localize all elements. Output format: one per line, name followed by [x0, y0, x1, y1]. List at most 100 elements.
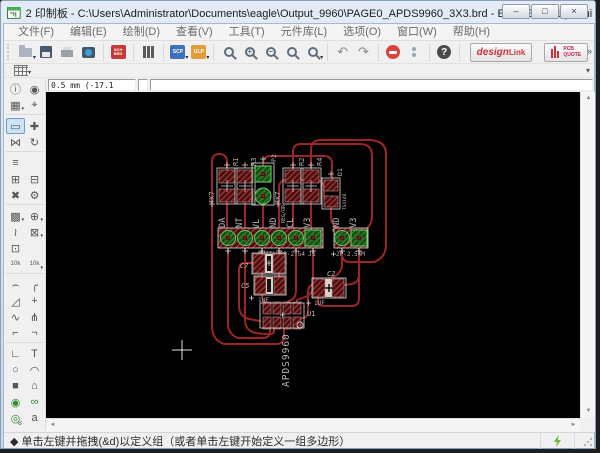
menu-2[interactable]: 绘制(D)	[115, 24, 168, 40]
save-icon	[40, 46, 53, 58]
print-button[interactable]	[58, 42, 77, 62]
tool-via[interactable]: ◉	[6, 394, 25, 410]
close-button[interactable]: ×	[560, 4, 588, 19]
script-button[interactable]: SCP ▾	[168, 42, 188, 62]
component-j4: 2P-2.54M	[333, 227, 369, 258]
zoom-redraw-button[interactable]: ▾	[303, 42, 323, 62]
tool-polygon[interactable]: ⌂	[25, 378, 44, 394]
tool-arc[interactable]: ◠	[25, 362, 44, 378]
tool-replace[interactable]: 10k	[6, 256, 25, 272]
gridbar-overflow[interactable]: ▾	[586, 66, 590, 75]
menu-4[interactable]: 工具(T)	[221, 24, 273, 40]
tool-smash[interactable]: a	[25, 410, 44, 426]
tool-move[interactable]: ✚	[25, 118, 44, 134]
corner-icon: ╭	[31, 279, 38, 292]
tool-change[interactable]: ⚙	[25, 187, 44, 203]
tool-delete[interactable]: ✖	[6, 187, 25, 203]
menu-7[interactable]: 窗口(W)	[389, 24, 445, 40]
design-link-button[interactable]: designLink	[469, 42, 533, 62]
tool-lock[interactable]: ⊠ ▾	[25, 224, 44, 240]
scroll-right-arrow[interactable]: ►	[567, 419, 580, 432]
traffic-light-button[interactable]	[405, 42, 424, 62]
tool-corner[interactable]: ╭	[25, 277, 44, 293]
tool-rect[interactable]: ■	[6, 378, 25, 394]
tool-route[interactable]: ⊕ ▾	[25, 208, 44, 224]
tool-value[interactable]	[25, 155, 44, 171]
tool-miter[interactable]: ◿	[6, 293, 25, 309]
tool-route-curve[interactable]: ⌢	[6, 277, 25, 293]
tool-signal[interactable]: ∞	[25, 394, 44, 410]
open-button[interactable]: ▾	[16, 42, 36, 62]
tool-display[interactable]: ▦ ▾	[6, 97, 25, 113]
cursor-crosshair	[172, 340, 192, 360]
svg-text:R2: R2	[298, 158, 306, 166]
redo-button[interactable]: ↷	[354, 42, 373, 62]
tool-replace-alt[interactable]: 10k ▾	[25, 256, 44, 272]
zoom-out-button[interactable]: −	[261, 42, 280, 62]
tool-paste[interactable]: ⊟	[25, 171, 44, 187]
scroll-up-arrow[interactable]: ▲	[581, 92, 596, 105]
vertical-scrollbar[interactable]: ▲ ▼	[580, 92, 595, 418]
tool-optimize[interactable]: +	[25, 293, 44, 309]
zoom-in-icon: +	[244, 47, 255, 57]
stop-button[interactable]	[384, 42, 403, 62]
svg-text:D1: D1	[336, 168, 344, 176]
zoom-select-button[interactable]	[282, 42, 301, 62]
tool-mirror[interactable]: ⋈	[6, 134, 25, 150]
toolbar-overflow[interactable]: »	[587, 46, 592, 56]
svg-text:P2: P2	[270, 154, 278, 162]
tool-split[interactable]: ⋔	[25, 309, 44, 325]
library-button[interactable]	[139, 42, 158, 62]
pcb-quote-button[interactable]: PCB QUOTE	[544, 42, 589, 62]
tool-ratsnest[interactable]: ▩ ▾	[6, 208, 25, 224]
tool-ripup[interactable]: ∿	[6, 309, 25, 325]
menu-5[interactable]: 元件库(L)	[273, 24, 335, 40]
zoom-fit-button[interactable]	[219, 42, 238, 62]
tool-spacer[interactable]	[25, 240, 44, 256]
command-input[interactable]	[150, 79, 593, 91]
tool-lock-alt[interactable]: ⊡	[6, 240, 25, 256]
tool-wire[interactable]: ∟	[6, 346, 25, 362]
minimize-button[interactable]: –	[502, 4, 530, 19]
tool-show[interactable]: ◉	[25, 81, 44, 97]
menu-0[interactable]: 文件(F)	[10, 24, 62, 40]
svg-text:R1: R1	[232, 158, 240, 166]
zoom-select-icon	[286, 47, 297, 57]
ulp-button[interactable]: ULP ▾	[189, 42, 209, 62]
menu-8[interactable]: 帮助(H)	[445, 24, 498, 40]
cam-icon	[81, 46, 95, 58]
undo-button[interactable]: ↶	[333, 42, 352, 62]
palette-expand[interactable]: »	[16, 420, 26, 425]
save-button[interactable]	[37, 42, 56, 62]
schematic-board-switch[interactable]: SCH BRD	[109, 42, 128, 62]
help-button[interactable]: ?	[435, 42, 454, 62]
maximize-button[interactable]: □	[531, 4, 559, 19]
tool-bend-left[interactable]: ⌐	[6, 325, 25, 341]
grid-icon[interactable]	[14, 65, 28, 76]
horizontal-scrollbar[interactable]: ◄ ►	[46, 418, 580, 432]
pcb-canvas[interactable]: R1 4K7 R3 P2 R2 4K7 R4 D1 TS4148 SDA INT…	[46, 92, 580, 418]
tool-circle[interactable]: ○	[6, 362, 25, 378]
tool-text[interactable]: T	[25, 346, 44, 362]
title-bar[interactable]: 2 印制板 - C:\Users\Administrator\Documents…	[3, 3, 593, 23]
zoom-in-button[interactable]: +	[240, 42, 259, 62]
menu-1[interactable]: 编辑(E)	[62, 24, 115, 40]
scroll-down-arrow[interactable]: ▼	[581, 405, 596, 418]
tool-bend-right[interactable]: ¬	[25, 325, 44, 341]
tool-mark[interactable]: ⌖	[25, 97, 44, 113]
tool-group[interactable]: ▭	[6, 118, 25, 134]
tool-meander[interactable]: ≀	[6, 224, 25, 240]
menu-3[interactable]: 查看(V)	[168, 24, 221, 40]
scroll-left-arrow[interactable]: ◄	[46, 419, 59, 432]
tool-palette: ⓘ ◉ ▦ ▾ ⌖ ▭ ✚ ⋈ ↻ ≡ ⊞ ⊟ ✖ ⚙ ▩ ▾ ⊕ ▾ ≀ ⊠ ▾ ⊡ 10k 10k ▾ ⌢ ╭ ◿ + ∿ ⋔ ⌐ ¬ ∟ T ○…	[4, 78, 46, 440]
tool-info[interactable]: ⓘ	[6, 81, 25, 97]
tool-rotate[interactable]: ↻	[25, 134, 44, 150]
printer-icon	[61, 47, 74, 57]
svg-text:TS4148: TS4148	[342, 193, 348, 210]
tool-copy[interactable]: ⊞	[6, 171, 25, 187]
resize-grip[interactable]	[583, 437, 593, 447]
tool-name[interactable]: ≡	[6, 155, 25, 171]
help-icon: ?	[437, 45, 452, 59]
cam-button[interactable]	[79, 42, 98, 62]
menu-6[interactable]: 选项(O)	[335, 24, 389, 40]
